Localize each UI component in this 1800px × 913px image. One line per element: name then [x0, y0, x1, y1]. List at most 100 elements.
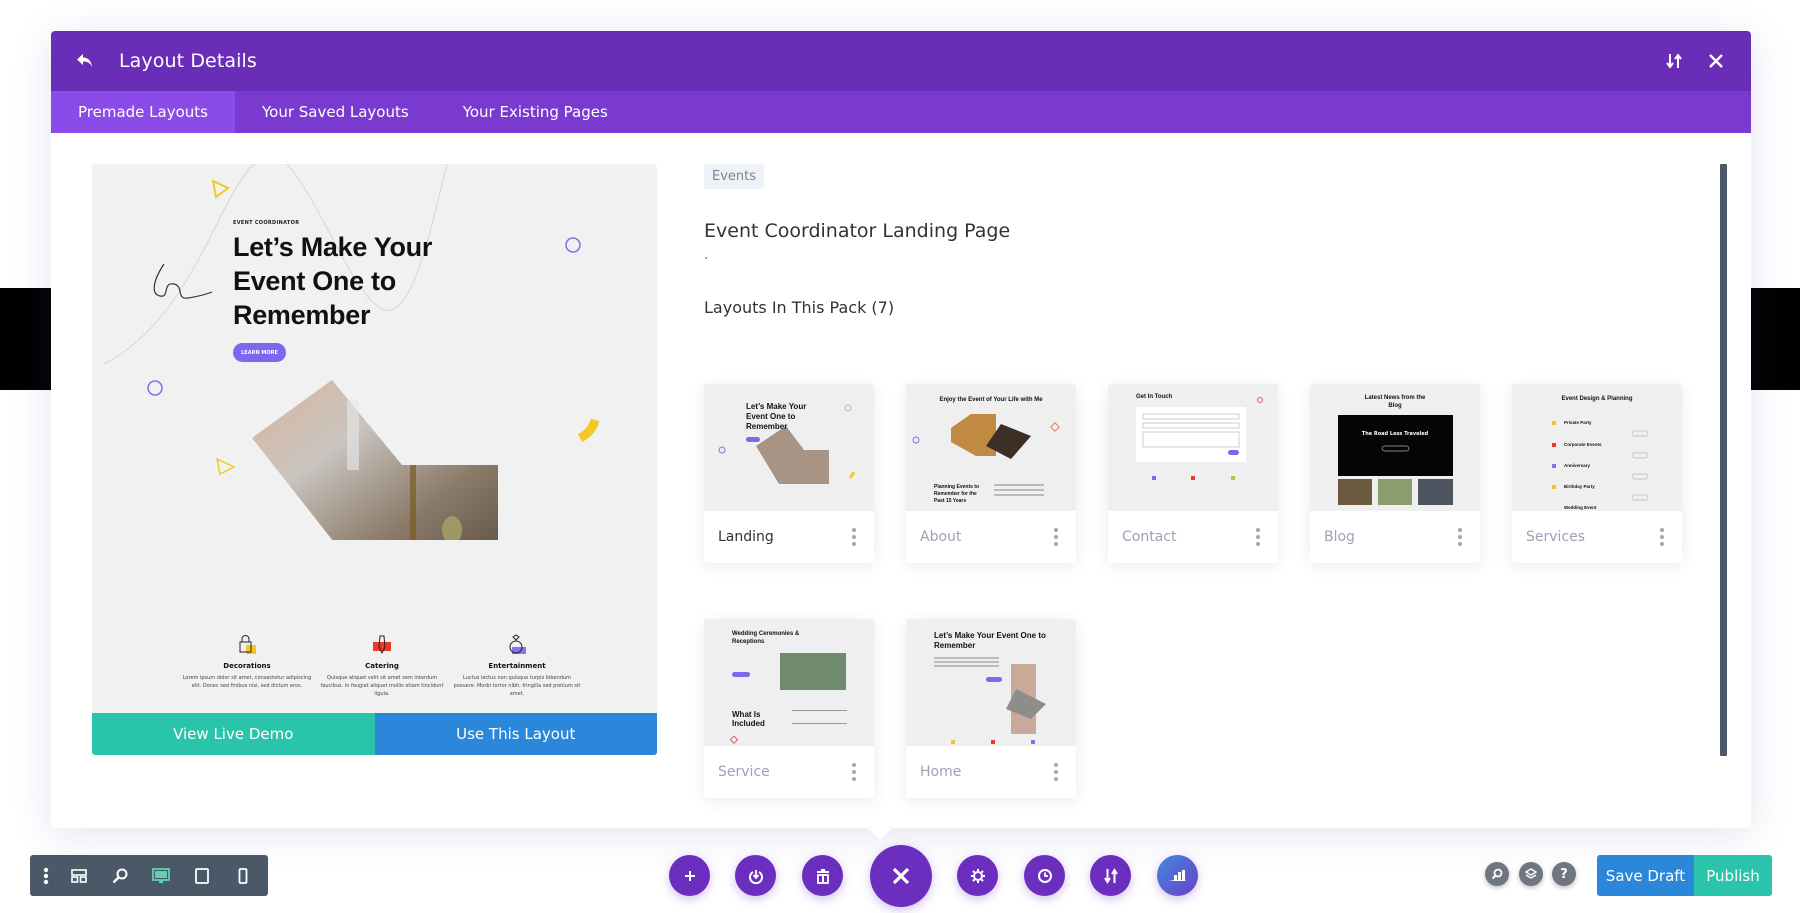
- headline-line: Remember: [233, 300, 371, 330]
- gear-icon[interactable]: [957, 855, 998, 896]
- layout-card-home[interactable]: Let’s Make Your Event One to Remember Ho…: [906, 619, 1076, 798]
- desktop-icon[interactable]: [140, 855, 181, 896]
- layout-card-service[interactable]: Wedding Ceremonies & Receptions What Is …: [704, 619, 874, 798]
- scrollbar[interactable]: [1720, 164, 1727, 756]
- card-footer: About: [906, 511, 1076, 563]
- thumbnail-title: Latest News from the Blog: [1364, 395, 1426, 409]
- feature-name: Entertainment: [488, 662, 546, 670]
- preview-kicker: EVENT COORDINATOR: [233, 220, 300, 226]
- layout-title: Event Coordinator Landing Page: [704, 220, 1011, 242]
- category-badge[interactable]: Events: [704, 164, 765, 189]
- card-footer: Home: [906, 746, 1076, 798]
- layout-thumbnail: Let’s Make Your Event One to Remember: [906, 619, 1076, 746]
- preview-features: Decorations Lorem ipsum dolor sit amet, …: [182, 634, 582, 698]
- tablet-icon[interactable]: [181, 855, 222, 896]
- card-footer: Services: [1512, 511, 1682, 563]
- layout-card-landing[interactable]: Let’s Make Your Event One to Remember La…: [704, 384, 874, 563]
- layout-thumbnail: Let’s Make Your Event One to Remember: [704, 384, 874, 511]
- tab-premade-layouts[interactable]: Premade Layouts: [51, 91, 235, 133]
- layout-name: Home: [920, 764, 962, 780]
- close-icon[interactable]: [1703, 48, 1729, 74]
- kebab-menu-icon[interactable]: [1050, 759, 1062, 785]
- thumbnail-subtitle: Planning Events to Remember for the Past…: [934, 484, 980, 504]
- kebab-menu-icon[interactable]: [1252, 524, 1264, 550]
- tab-saved-layouts[interactable]: Your Saved Layouts: [235, 91, 436, 133]
- kebab-menu-icon[interactable]: [1050, 524, 1062, 550]
- card-footer: Blog: [1310, 511, 1480, 563]
- plus-icon[interactable]: [669, 855, 710, 896]
- pack-title: Layouts In This Pack (7): [704, 298, 895, 317]
- history-icon[interactable]: [1024, 855, 1065, 896]
- kebab-menu-icon[interactable]: [1454, 524, 1466, 550]
- trash-icon[interactable]: [802, 855, 843, 896]
- publish-button[interactable]: Publish: [1694, 855, 1772, 896]
- modal-pointer: [866, 827, 894, 839]
- feature-desc: Quisque aliquet velit sit amet sem inter…: [320, 675, 444, 697]
- phone-icon[interactable]: [222, 855, 263, 896]
- layout-name: Blog: [1324, 529, 1355, 545]
- layout-card-blog[interactable]: Latest News from the Blog The Road Less …: [1310, 384, 1480, 563]
- thumbnail-title: Let’s Make Your Event One to Remember: [934, 631, 1046, 650]
- close-icon[interactable]: [870, 845, 932, 907]
- preview-photo: [252, 380, 498, 540]
- help-icon[interactable]: ?: [1552, 862, 1576, 886]
- feature-name: Catering: [365, 662, 399, 670]
- layout-thumbnail: Get In Touch: [1108, 384, 1278, 511]
- thumbnail-decorations: [1552, 421, 1649, 501]
- layout-thumbnail: Wedding Ceremonies & Receptions What Is …: [704, 619, 874, 746]
- layout-details: Events Event Coordinator Landing Page . …: [704, 164, 1704, 317]
- tie-icon: [371, 634, 393, 656]
- kebab-menu-icon[interactable]: [1656, 524, 1668, 550]
- sort-arrows-icon[interactable]: [1661, 48, 1687, 74]
- save-draft-button[interactable]: Save Draft: [1597, 855, 1694, 896]
- thumbnail-title: Let’s Make Your Event One to Remember: [746, 402, 807, 431]
- layout-name: About: [920, 529, 962, 545]
- use-this-layout-button[interactable]: Use This Layout: [374, 713, 657, 755]
- power-icon[interactable]: [735, 855, 776, 896]
- layout-thumbnail: Latest News from the Blog The Road Less …: [1310, 384, 1480, 511]
- layout-card-contact[interactable]: Get In Touch Contact: [1108, 384, 1278, 563]
- card-footer: Contact: [1108, 511, 1278, 563]
- wireframe-icon[interactable]: [58, 855, 99, 896]
- view-live-demo-button[interactable]: View Live Demo: [92, 713, 375, 755]
- kebab-menu-icon[interactable]: [848, 524, 860, 550]
- layout-card-services[interactable]: Event Design & Planning Private Party Co…: [1512, 384, 1682, 563]
- feature-desc: Lorem ipsum dolor sit amet, consectetur …: [182, 675, 312, 689]
- thumbnail-decorations: [1136, 397, 1263, 480]
- thumbnail-title: Get In Touch: [1136, 394, 1173, 400]
- layout-preview[interactable]: EVENT COORDINATOR Let’s Make Your Event …: [92, 164, 657, 755]
- card-footer: Landing: [704, 511, 874, 563]
- feature-catering: Catering Quisque aliquet velit sit amet …: [317, 634, 447, 698]
- layout-thumbnail: Enjoy the Event of Your Life with Me Pla…: [906, 384, 1076, 511]
- layout-description: .: [704, 248, 709, 263]
- thumbnail-title: Wedding Ceremonies & Receptions: [732, 631, 800, 645]
- layout-name: Contact: [1122, 529, 1177, 545]
- headline-line: Event One to: [233, 266, 396, 296]
- feature-desc: Luctus lectus non quisque turpis bibendu…: [453, 675, 581, 697]
- background-band-right: [1748, 288, 1800, 390]
- tab-bar: Premade Layouts Your Saved Layouts Your …: [51, 91, 1751, 133]
- left-toolbar: [30, 855, 268, 896]
- undo-arrow-icon[interactable]: [73, 49, 97, 73]
- feature-name: Decorations: [223, 662, 271, 670]
- layers-icon[interactable]: [1519, 862, 1543, 886]
- modal-content: EVENT COORDINATOR Let’s Make Your Event …: [51, 133, 1751, 828]
- layout-name: Landing: [718, 529, 774, 545]
- lock-icon: [236, 634, 258, 656]
- layout-name: Services: [1526, 529, 1586, 545]
- layout-thumbnail: Event Design & Planning Private Party Co…: [1512, 384, 1682, 511]
- kebab-menu-icon[interactable]: [848, 759, 860, 785]
- tab-existing-pages[interactable]: Your Existing Pages: [436, 91, 635, 133]
- ring-icon: [506, 634, 528, 656]
- card-footer: Service: [704, 746, 874, 798]
- kebab-menu-icon[interactable]: [34, 855, 58, 896]
- zoom-icon[interactable]: [99, 855, 140, 896]
- search-icon[interactable]: [1485, 862, 1509, 886]
- sort-arrows-icon[interactable]: [1090, 855, 1131, 896]
- preview-headline: Let’s Make Your Event One to Remember: [233, 230, 432, 332]
- preview-actions: View Live Demo Use This Layout: [92, 713, 657, 755]
- layout-name: Service: [718, 764, 770, 780]
- ai-chart-icon[interactable]: [1157, 855, 1198, 896]
- headline-line: Let’s Make Your: [233, 232, 433, 262]
- layout-card-about[interactable]: Enjoy the Event of Your Life with Me Pla…: [906, 384, 1076, 563]
